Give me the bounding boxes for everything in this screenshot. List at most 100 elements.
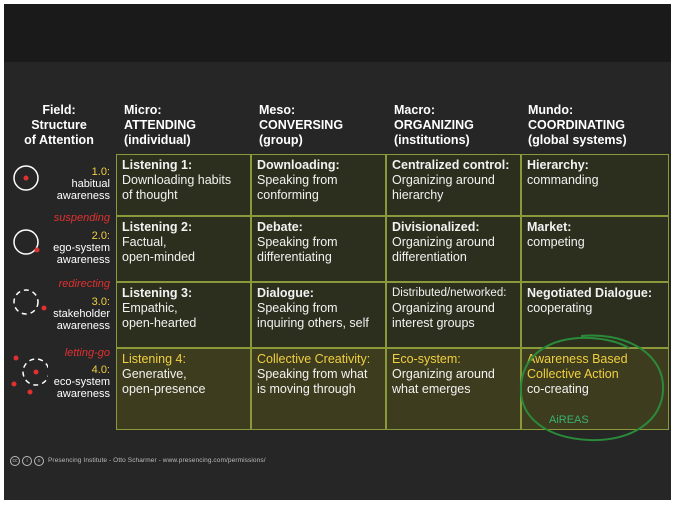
grid-cell-r2-macro: Divisionalized: Organizing around differ…: [386, 216, 521, 282]
column-header-line1: Macro:: [394, 103, 435, 117]
level-number: 1.0:: [91, 166, 110, 178]
grid-cell-r1-micro: Listening 1: Downloading habits of thoug…: [116, 154, 251, 216]
level-3: 3.0: stakeholder awareness: [44, 296, 110, 332]
cell-line: open-presence: [122, 382, 206, 396]
grid-cell-r3-meso: Dialogue: Speaking from inquiring others…: [251, 282, 386, 348]
cell-line: Speaking from: [257, 235, 338, 249]
grid-cell-r2-meso: Debate: Speaking from differentiating: [251, 216, 386, 282]
column-header-line1: Mundo:: [528, 103, 574, 117]
cell-title: Negotiated Dialogue:: [527, 286, 653, 300]
cell-line: conforming: [257, 188, 319, 202]
column-header-line1: Micro:: [124, 103, 162, 117]
column-header-mundo: Mundo: COORDINATING (global systems): [523, 100, 669, 151]
cell-line: differentiating: [257, 250, 332, 264]
field-header-line3: of Attention: [24, 133, 94, 147]
cell-line: is moving through: [257, 382, 356, 396]
cell-line: Generative,: [122, 367, 187, 381]
cell-line: of thought: [122, 188, 178, 202]
cell-line: interest groups: [392, 316, 475, 330]
by-icon: i: [22, 456, 32, 466]
column-header-line3: (global systems): [528, 133, 627, 147]
cell-title: Listening 1:: [122, 158, 193, 172]
column-header-meso: Meso: CONVERSING (group): [254, 100, 388, 151]
sa-icon: o: [34, 456, 44, 466]
cell-line: hierarchy: [392, 188, 444, 202]
cell-line: open-minded: [122, 250, 195, 264]
transition-redirecting: redirecting: [58, 278, 110, 290]
cell-line: commanding: [527, 173, 599, 187]
level-label: awareness: [56, 190, 110, 202]
circle-stakeholder-icon: [13, 289, 39, 315]
level-label: ego-system: [53, 242, 110, 254]
level-number: 4.0:: [91, 364, 110, 376]
cell-line: Empathic,: [122, 301, 178, 315]
grid-cell-r2-mundo: Market: competing: [521, 216, 669, 282]
column-header-line3: (institutions): [394, 133, 470, 147]
cell-line: Speaking from: [257, 301, 338, 315]
grid-cell-r2-micro: Listening 2: Factual, open-minded: [116, 216, 251, 282]
transition-letting-go: letting-go: [64, 347, 110, 359]
cell-line: differentiation: [392, 250, 467, 264]
level-label: eco-system: [53, 376, 110, 388]
cell-line: cooperating: [527, 301, 593, 315]
cell-title: Hierarchy:: [527, 158, 589, 172]
cell-line: competing: [527, 235, 585, 249]
grid-cell-r3-macro: Distributed/networked: Organizing around…: [386, 282, 521, 348]
cell-line: Factual,: [122, 235, 167, 249]
transition-suspending: suspending: [53, 212, 110, 224]
cell-title: Downloading:: [257, 158, 340, 172]
column-header-line2: ORGANIZING: [394, 118, 474, 132]
cell-line: inquiring others, self: [257, 316, 369, 330]
cell-line: open-hearted: [122, 316, 197, 330]
grid-cell-r1-meso: Downloading: Speaking from conforming: [251, 154, 386, 216]
level-label: stakeholder: [53, 308, 110, 320]
screen: Field: Structure of Attention Micro: ATT…: [0, 0, 676, 509]
column-header-micro: Micro: ATTENDING (individual): [119, 100, 253, 151]
cell-line: Organizing around: [392, 367, 495, 381]
level-1: 1.0: habitual awareness: [50, 166, 110, 202]
cc-icon: cc: [10, 456, 20, 466]
cell-line: Downloading habits: [122, 173, 232, 187]
column-header-line2: ATTENDING: [124, 118, 196, 132]
cell-line: Organizing around: [392, 235, 495, 249]
column-header-macro: Macro: ORGANIZING (institutions): [389, 100, 523, 151]
top-band: [4, 4, 671, 62]
level-number: 2.0:: [91, 230, 110, 242]
cell-title: Listening 4:: [122, 352, 186, 366]
level-label: habitual: [71, 178, 110, 190]
cell-title: Distributed/networked:: [392, 287, 507, 299]
column-header-line1: Meso:: [259, 103, 296, 117]
circle-ego-system-icon: [13, 229, 39, 255]
column-header-line3: (individual): [124, 133, 191, 147]
cell-line: Speaking from: [257, 173, 338, 187]
field-header-line1: Field:: [42, 103, 76, 117]
cell-line: Speaking from what: [257, 367, 368, 381]
column-header-line2: COORDINATING: [528, 118, 625, 132]
footer-credit: Presencing Institute - Otto Scharmer - w…: [48, 457, 266, 464]
column-header-line3: (group): [259, 133, 303, 147]
cell-title: Listening 2:: [122, 220, 193, 234]
level-2: 2.0: ego-system awareness: [44, 230, 110, 266]
cell-line: what emerges: [392, 382, 471, 396]
level-label: awareness: [56, 254, 110, 266]
grid-cell-r1-mundo: Hierarchy: commanding: [521, 154, 669, 216]
cell-line: Organizing around: [392, 301, 495, 315]
field-header: Field: Structure of Attention: [6, 100, 112, 151]
cell-title: Dialogue:: [257, 286, 314, 300]
level-number: 3.0:: [91, 296, 110, 308]
grid-cell-r4-micro: Listening 4: Generative, open-presence: [116, 348, 251, 430]
slide: Field: Structure of Attention Micro: ATT…: [4, 4, 671, 500]
cell-title: Eco-system:: [392, 352, 461, 366]
column-header-line2: CONVERSING: [259, 118, 344, 132]
grid-cell-r3-micro: Listening 3: Empathic, open-hearted: [116, 282, 251, 348]
cell-title: Divisionalized:: [392, 220, 480, 234]
cell-title: Centralized control:: [392, 158, 510, 172]
cell-line: Organizing around: [392, 173, 495, 187]
aireas-label: AiREAS: [549, 414, 589, 426]
grid-cell-r4-meso: Collective Creativity: Speaking from wha…: [251, 348, 386, 430]
field-header-line2: Structure: [31, 118, 87, 132]
cell-title: Market:: [527, 220, 572, 234]
hand-drawn-circle-annotation: [519, 334, 665, 442]
cell-title: Listening 3:: [122, 286, 193, 300]
cell-title: Collective Creativity:: [257, 352, 371, 366]
